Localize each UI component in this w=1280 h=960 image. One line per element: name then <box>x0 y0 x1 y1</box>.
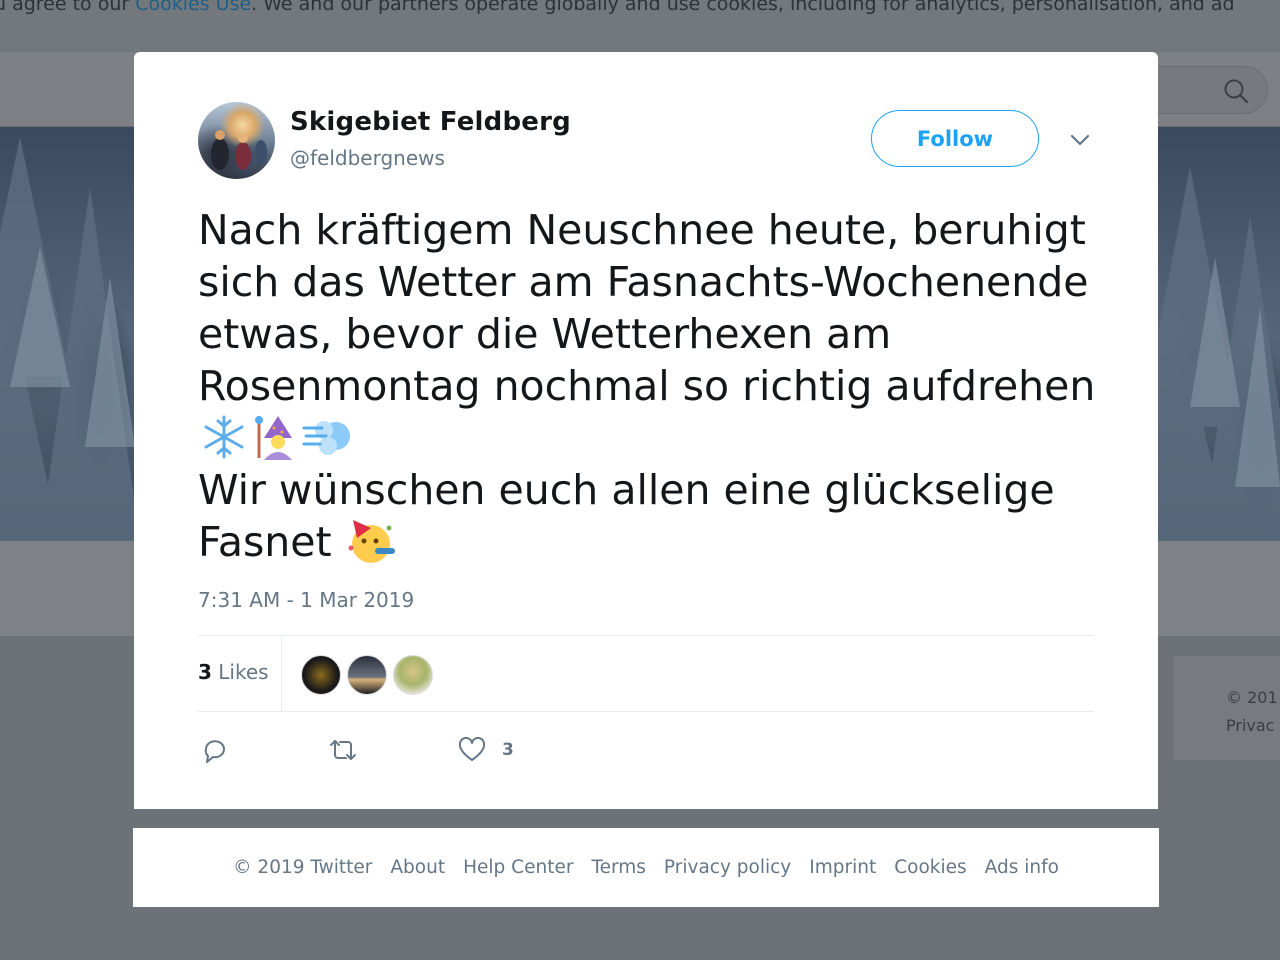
cookie-banner: u agree to our Cookies Use. We and our p… <box>0 0 1280 52</box>
likes-count: 3 <box>198 660 212 684</box>
liker-avatar-1[interactable] <box>301 655 341 695</box>
liker-avatar-3[interactable] <box>393 655 433 695</box>
footer-copyright: © 2019 Twitter <box>233 857 373 878</box>
footer-link-about[interactable]: About <box>390 857 445 878</box>
footer-link-privacy[interactable]: Privacy policy <box>664 857 791 878</box>
side-privacy-link[interactable]: Privac <box>1226 712 1280 740</box>
tweet-text: Nach kräftigem Neuschnee heute, beruhigt… <box>198 204 1098 568</box>
reply-icon[interactable] <box>200 735 230 765</box>
mage-icon <box>255 416 292 460</box>
search-icon[interactable] <box>1223 78 1249 104</box>
avatar-photo <box>211 130 267 170</box>
user-handle[interactable]: @feldbergnews <box>290 146 445 170</box>
likes-label: Likes <box>218 660 269 684</box>
heart-icon[interactable] <box>457 735 487 765</box>
footer: © 2019 Twitter About Help Center Terms P… <box>133 828 1159 907</box>
stats-separator <box>281 636 282 711</box>
avatar[interactable] <box>198 102 275 179</box>
tweet-text-part2: Wir wünschen euch allen eine glückselige… <box>198 466 1068 566</box>
cookie-text-after: . We and our partners operate globally a… <box>251 0 1235 15</box>
user-display-name[interactable]: Skigebiet Feldberg <box>290 107 571 137</box>
cookie-text-before: u agree to our <box>0 0 136 15</box>
retweet-icon[interactable] <box>328 735 358 765</box>
follow-button[interactable]: Follow <box>871 110 1039 167</box>
divider <box>198 635 1094 636</box>
footer-link-ads-info[interactable]: Ads info <box>985 857 1059 878</box>
likes-stat[interactable]: 3 Likes <box>198 660 269 684</box>
wind-icon <box>302 421 350 455</box>
tweet-timestamp[interactable]: 7:31 AM - 1 Mar 2019 <box>198 588 414 612</box>
footer-link-cookies[interactable]: Cookies <box>894 857 966 878</box>
side-copyright: © 201 <box>1226 688 1278 707</box>
snowflake-icon <box>204 415 244 459</box>
footer-link-help-center[interactable]: Help Center <box>463 857 573 878</box>
chevron-down-icon[interactable] <box>1069 132 1091 148</box>
side-footer-card: © 201 Privac <box>1174 656 1280 760</box>
tweet-modal: Skigebiet Feldberg @feldbergnews Follow … <box>134 52 1158 809</box>
like-action-count: 3 <box>502 740 514 760</box>
cookies-use-link[interactable]: Cookies Use <box>135 0 251 15</box>
tweet-text-part1: Nach kräftigem Neuschnee heute, beruhigt… <box>198 206 1102 410</box>
footer-link-imprint[interactable]: Imprint <box>809 857 876 878</box>
divider <box>198 711 1094 712</box>
liker-avatar-2[interactable] <box>347 655 387 695</box>
party-face-icon <box>348 520 395 563</box>
footer-link-terms[interactable]: Terms <box>591 857 645 878</box>
